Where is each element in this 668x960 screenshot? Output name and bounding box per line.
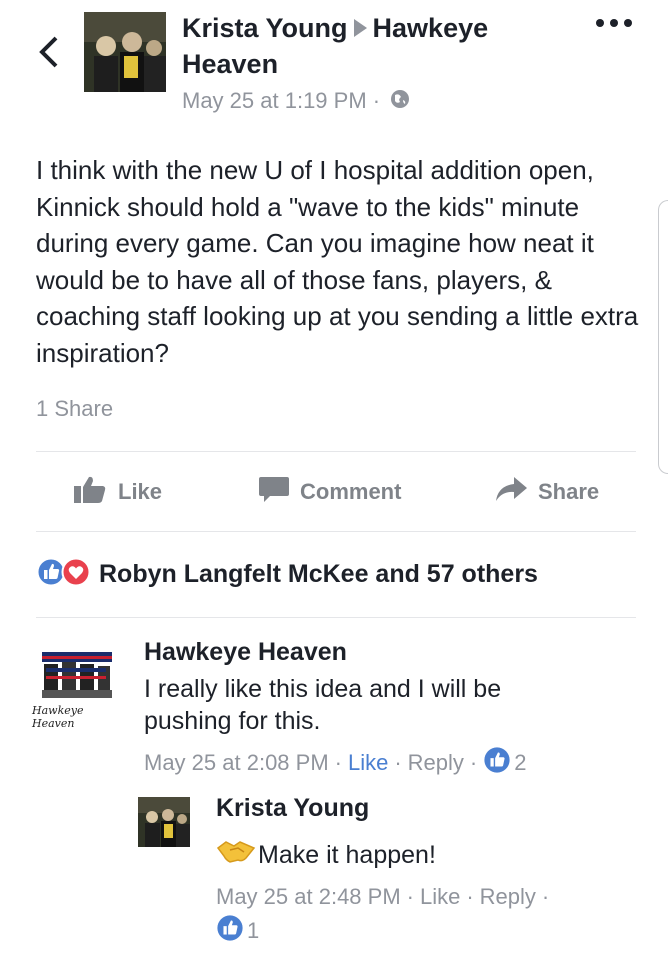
comment-text-line: pushing for this. [144,707,321,735]
reactions-summary[interactable]: Robyn Langfelt McKee and 57 others [36,556,538,592]
meta-separator: · [469,750,478,775]
edge-scroll-handle[interactable] [658,200,668,474]
comment-reply-link[interactable]: Reply [480,884,536,910]
like-button[interactable]: Like [72,474,162,510]
like-reaction-icon [216,914,244,948]
like-label: Like [118,479,163,504]
divider [36,451,636,452]
comment-text: I really like this idea and I will be pu… [144,673,614,737]
share-count[interactable]: 1 Share [36,396,113,422]
comment-meta: May 25 at 2:08 PM · Like · Reply · 2 [144,746,527,780]
share-label: Share [538,479,600,504]
like-reaction-icon [483,746,511,780]
back-chevron-icon[interactable] [34,32,64,72]
shared-to-arrow-icon [353,18,367,37]
globe-icon [390,89,410,115]
post-meta: May 25 at 1:19 PM · [182,88,410,115]
author-name-link[interactable]: Krista Young [182,13,348,43]
meta-separator: · [541,884,550,909]
comment-author[interactable]: Hawkeye Heaven [144,638,347,667]
page-avatar-caption: Hawkeye Heaven [32,704,84,730]
comment-like-row: 1 [216,914,259,948]
comment-text: Make it happen! [216,838,436,872]
comment-author[interactable]: Krista Young [216,794,369,823]
post-timestamp[interactable]: May 25 at 1:19 PM [182,88,367,113]
comment-like-count[interactable]: 2 [514,750,526,776]
meta-separator: · [394,750,402,775]
author-avatar-small[interactable] [138,797,190,847]
post-text: I think with the new U of I hospital add… [36,155,639,368]
comment-timestamp[interactable]: May 25 at 2:08 PM [144,750,329,776]
comment-reply-link[interactable]: Reply [408,750,464,776]
meta-separator: · [372,88,381,113]
author-avatar[interactable] [84,12,166,92]
comment-like-count[interactable]: 1 [247,918,259,944]
handshake-icon [216,838,256,872]
comment-text-line: I really like this idea and I will be [144,675,502,703]
comment-button[interactable]: Comment [258,474,401,510]
divider [36,617,636,618]
comment-like-link[interactable]: Like [348,750,388,776]
meta-separator: · [334,750,342,775]
comment-like-link[interactable]: Like [420,884,460,910]
share-arrow-icon [494,475,528,509]
comment-label: Comment [300,479,402,504]
divider [36,531,636,532]
reactions-names: Robyn Langfelt McKee and 57 others [99,559,538,588]
meta-separator: · [466,884,474,909]
comment-timestamp[interactable]: May 25 at 2:48 PM [216,884,401,910]
love-reaction-icon [61,557,91,592]
comment-meta: May 25 at 2:48 PM · Like · Reply · [216,884,555,910]
post-header-names: Krista Young Hawkeye Heaven [182,10,552,82]
target-page-link[interactable]: Hawkeye [373,13,489,43]
share-button[interactable]: Share [494,474,599,510]
more-dots-icon[interactable] [594,16,634,30]
comment-text-line: Make it happen! [258,841,436,869]
thumbs-up-icon [72,474,108,510]
target-page-link-line2[interactable]: Heaven [182,49,278,79]
comment-bubble-icon [258,474,290,510]
meta-separator: · [406,884,414,909]
